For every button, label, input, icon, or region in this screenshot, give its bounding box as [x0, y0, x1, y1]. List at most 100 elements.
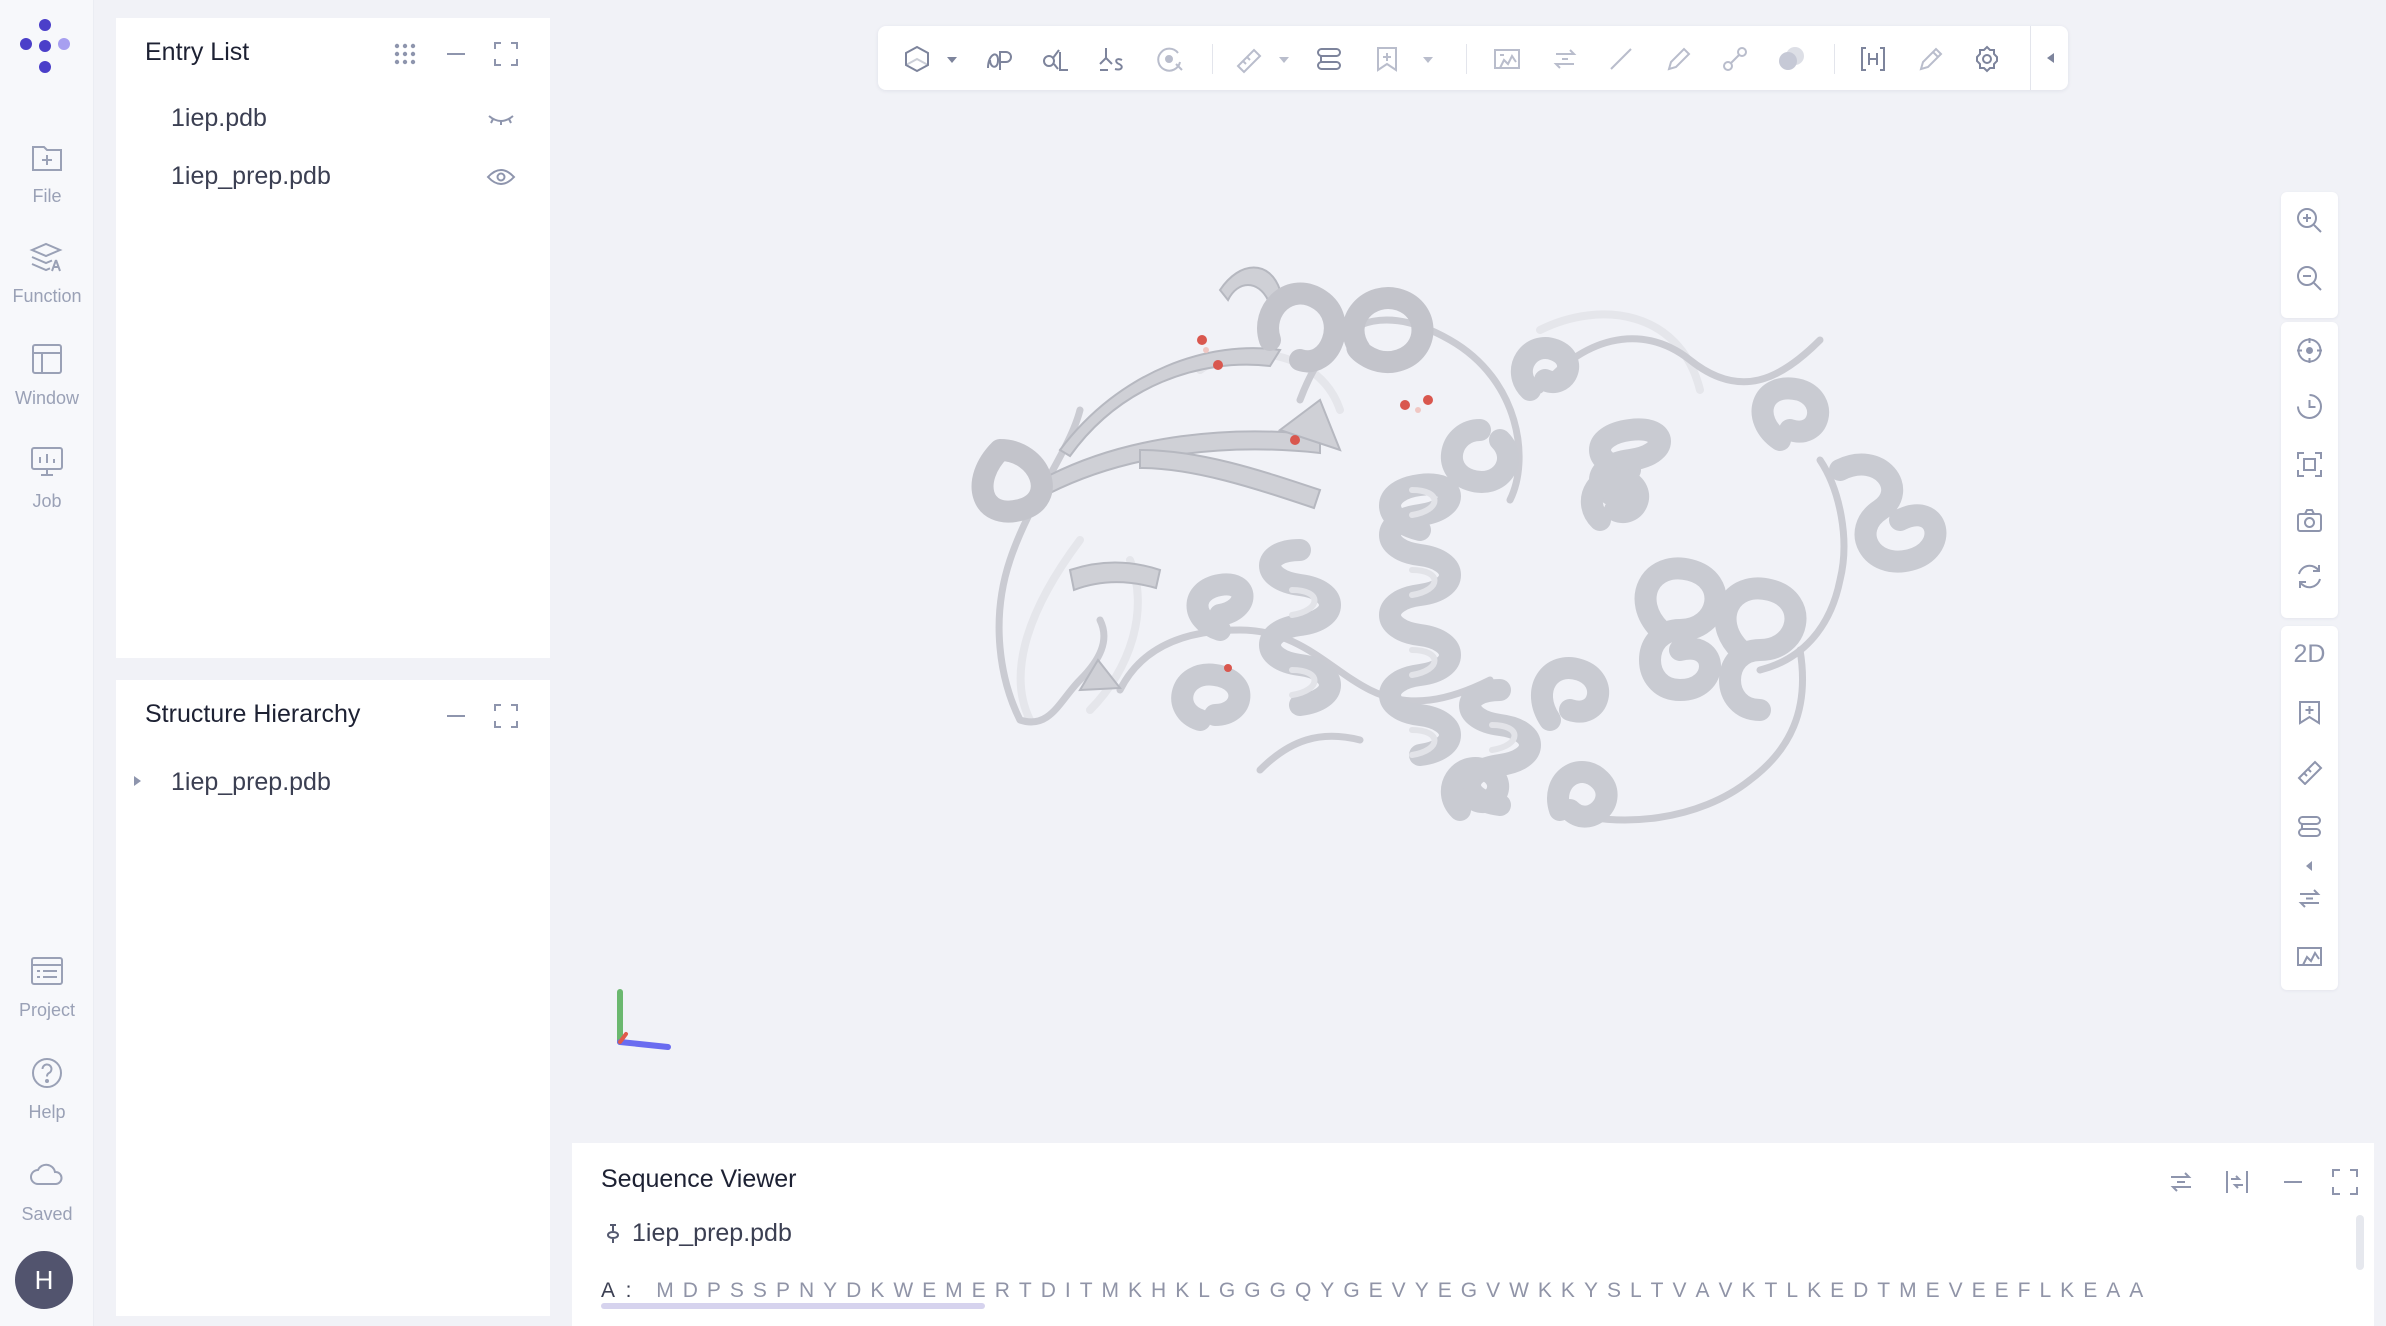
ligand-site-icon[interactable]: [1096, 44, 1126, 74]
sequence-residue[interactable]: K: [1175, 1279, 1189, 1303]
grid-dots-icon[interactable]: [391, 40, 419, 68]
sequence-scrollbar[interactable]: [2356, 1215, 2364, 1270]
sequence-residue[interactable]: E: [922, 1279, 936, 1303]
app-logo[interactable]: [14, 16, 76, 78]
entry-item[interactable]: 1iep_prep.pdb: [171, 162, 331, 191]
sequence-icon[interactable]: [1314, 44, 1344, 74]
sequence-residue[interactable]: M: [656, 1279, 674, 1303]
sequence-residue[interactable]: K: [1807, 1279, 1821, 1303]
sequence-selection-bar[interactable]: [601, 1303, 985, 1309]
sequence-residue[interactable]: A: [2129, 1279, 2143, 1303]
rotate-view-icon[interactable]: [2295, 392, 2324, 421]
sequence-residue[interactable]: F: [2018, 1279, 2031, 1303]
rail-job[interactable]: Job: [0, 439, 94, 529]
sequence-residue[interactable]: M: [1102, 1279, 1120, 1303]
center-icon[interactable]: [2295, 336, 2324, 365]
hydrogen-icon[interactable]: [1858, 44, 1888, 74]
superpose-icon[interactable]: [2166, 1167, 2196, 1197]
chevron-down-icon[interactable]: [946, 56, 958, 64]
sequence-residue[interactable]: H: [1151, 1279, 1166, 1303]
sequence-residue[interactable]: W: [893, 1279, 913, 1303]
sequence-residue[interactable]: G: [1461, 1279, 1477, 1303]
sequence-residue[interactable]: T: [1651, 1279, 1664, 1303]
sequence-residue[interactable]: M: [1899, 1279, 1917, 1303]
sequence-residue[interactable]: V: [1949, 1279, 1963, 1303]
sequence-residue[interactable]: L: [1198, 1279, 1210, 1303]
sequence-residue[interactable]: E: [2083, 1279, 2097, 1303]
hierarchy-item[interactable]: 1iep_prep.pdb: [171, 768, 331, 797]
edit-icon[interactable]: [1916, 44, 1946, 74]
camera-icon[interactable]: [2295, 506, 2324, 535]
overlay-icon[interactable]: [1776, 44, 1806, 74]
sequence-residue[interactable]: V: [1672, 1279, 1686, 1303]
ligand-icon[interactable]: [1040, 44, 1070, 74]
rail-file[interactable]: File: [0, 134, 94, 224]
zoom-out-icon[interactable]: [2295, 264, 2324, 293]
entry-item[interactable]: 1iep.pdb: [171, 104, 267, 133]
sequence-residue[interactable]: D: [846, 1279, 861, 1303]
sequence-residue[interactable]: M: [945, 1279, 963, 1303]
surface-map-icon[interactable]: [2295, 942, 2324, 971]
sequence-residue[interactable]: D: [1853, 1279, 1868, 1303]
sequence-residue[interactable]: Q: [1295, 1279, 1311, 1303]
sequence-residue[interactable]: E: [1972, 1279, 1986, 1303]
superpose-icon[interactable]: [1550, 44, 1580, 74]
rail-help[interactable]: Help: [0, 1050, 94, 1140]
eye-open-icon[interactable]: [486, 167, 516, 187]
refresh-icon[interactable]: [2295, 562, 2324, 591]
expand-icon[interactable]: [492, 40, 520, 68]
sequence-residue[interactable]: W: [1509, 1279, 1529, 1303]
sequence-residue[interactable]: S: [730, 1279, 744, 1303]
sequence-residue[interactable]: E: [1830, 1279, 1844, 1303]
expand-icon[interactable]: [492, 702, 520, 730]
sequence-residue[interactable]: G: [1219, 1279, 1235, 1303]
minimize-icon[interactable]: [2278, 1167, 2308, 1197]
align-icon[interactable]: [2222, 1167, 2252, 1197]
sequence-residue[interactable]: P: [776, 1279, 790, 1303]
sequence-residue[interactable]: V: [1392, 1279, 1406, 1303]
sequence-residue[interactable]: T: [1877, 1279, 1890, 1303]
sequence-residue[interactable]: L: [1786, 1279, 1798, 1303]
sequence-residue[interactable]: V: [1719, 1279, 1733, 1303]
sequence-residue[interactable]: E: [972, 1279, 986, 1303]
rail-function[interactable]: Function: [0, 234, 94, 324]
protein-preparation-icon[interactable]: [984, 44, 1014, 74]
rail-project[interactable]: Project: [0, 948, 94, 1038]
sequence-residue[interactable]: G: [1343, 1279, 1359, 1303]
sequence-residue[interactable]: G: [1270, 1279, 1286, 1303]
pencil-icon[interactable]: [1664, 44, 1694, 74]
sequence-icon[interactable]: [2295, 812, 2324, 841]
chevron-down-icon[interactable]: [1278, 56, 1290, 64]
sequence-residue[interactable]: A: [2106, 1279, 2120, 1303]
caret-right-icon[interactable]: [131, 774, 143, 788]
sequence-residue[interactable]: Y: [1320, 1279, 1334, 1303]
sequence-residue[interactable]: T: [1765, 1279, 1778, 1303]
measure-icon[interactable]: [1234, 44, 1264, 74]
sequence-residue[interactable]: G: [1244, 1279, 1260, 1303]
sequence-residue[interactable]: E: [1995, 1279, 2009, 1303]
expand-icon[interactable]: [2330, 1167, 2360, 1197]
sequence-residue[interactable]: D: [683, 1279, 698, 1303]
surface-map-icon[interactable]: [1492, 44, 1522, 74]
sequence-residue[interactable]: A: [1696, 1279, 1710, 1303]
sequence-residue[interactable]: L: [1630, 1279, 1642, 1303]
settings-icon[interactable]: [1972, 44, 2002, 74]
superpose-icon[interactable]: [2295, 884, 2324, 913]
style-icon[interactable]: [902, 44, 932, 74]
protein-ribbon-structure[interactable]: [940, 250, 2010, 910]
sequence-residue[interactable]: K: [1128, 1279, 1142, 1303]
sequence-residue[interactable]: E: [1438, 1279, 1452, 1303]
sequence-residue[interactable]: K: [1742, 1279, 1756, 1303]
sequence-residue[interactable]: K: [1561, 1279, 1575, 1303]
bookmark-icon[interactable]: [1372, 44, 1402, 74]
sequence-residue[interactable]: K: [1538, 1279, 1552, 1303]
line-icon[interactable]: [1606, 44, 1636, 74]
sequence-residue[interactable]: K: [870, 1279, 884, 1303]
minimize-icon[interactable]: [442, 40, 470, 68]
zoom-in-icon[interactable]: [2295, 206, 2324, 235]
chevron-down-icon[interactable]: [1422, 56, 1434, 64]
rail-window[interactable]: Window: [0, 336, 94, 426]
sequence-residue[interactable]: Y: [1584, 1279, 1598, 1303]
measure-icon[interactable]: [2295, 756, 2324, 785]
collapse-icon[interactable]: [2044, 50, 2058, 66]
